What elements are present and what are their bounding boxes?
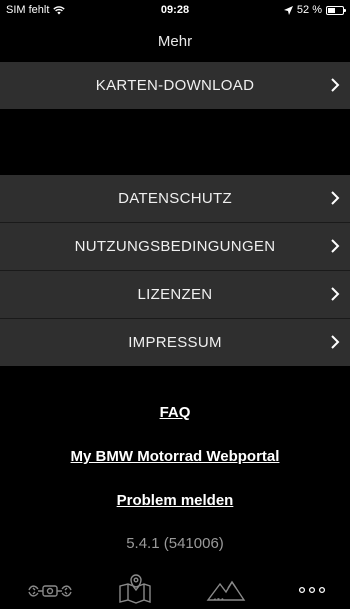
problem-melden-link[interactable]: Problem melden xyxy=(0,492,350,509)
menu-item-karten-download[interactable]: KARTEN-DOWNLOAD xyxy=(0,62,350,109)
app-version: 5.4.1 (541006) xyxy=(126,535,224,552)
battery-fill xyxy=(328,7,336,13)
mountains-icon[interactable] xyxy=(206,576,248,604)
map-icon[interactable] xyxy=(116,574,156,604)
tab-bar xyxy=(0,574,350,609)
chevron-right-icon xyxy=(331,335,340,349)
motorcycle-icon[interactable] xyxy=(26,580,74,602)
menu-item-label: NUTZUNGSBEDINGUNGEN xyxy=(74,238,276,255)
menu-item-label: DATENSCHUTZ xyxy=(118,190,232,207)
menu-item-impressum[interactable]: IMPRESSUM xyxy=(0,319,350,366)
location-arrow-icon xyxy=(283,5,293,15)
battery-percent: 52 % xyxy=(296,4,322,16)
menu-item-label: KARTEN-DOWNLOAD xyxy=(95,77,255,94)
menu-item-label: IMPRESSUM xyxy=(128,334,222,351)
menu-item-lizenzen[interactable]: LIZENZEN xyxy=(0,271,350,318)
chevron-right-icon xyxy=(331,191,340,205)
chevron-right-icon xyxy=(331,287,340,301)
status-right: 52 % xyxy=(283,4,346,16)
menu-item-nutzungsbedingungen[interactable]: NUTZUNGSBEDINGUNGEN xyxy=(0,223,350,270)
chevron-right-icon xyxy=(331,239,340,253)
status-bar: SIM fehlt 09:28 52 % xyxy=(0,0,350,20)
menu-item-label: LIZENZEN xyxy=(137,286,213,303)
webportal-link[interactable]: My BMW Motorrad Webportal xyxy=(0,448,350,465)
chevron-right-icon xyxy=(331,78,340,92)
menu-item-datenschutz[interactable]: DATENSCHUTZ xyxy=(0,175,350,222)
page-title: Mehr xyxy=(157,33,193,50)
more-icon[interactable] xyxy=(298,586,326,594)
faq-link[interactable]: FAQ xyxy=(0,404,350,421)
battery-icon xyxy=(326,5,346,15)
